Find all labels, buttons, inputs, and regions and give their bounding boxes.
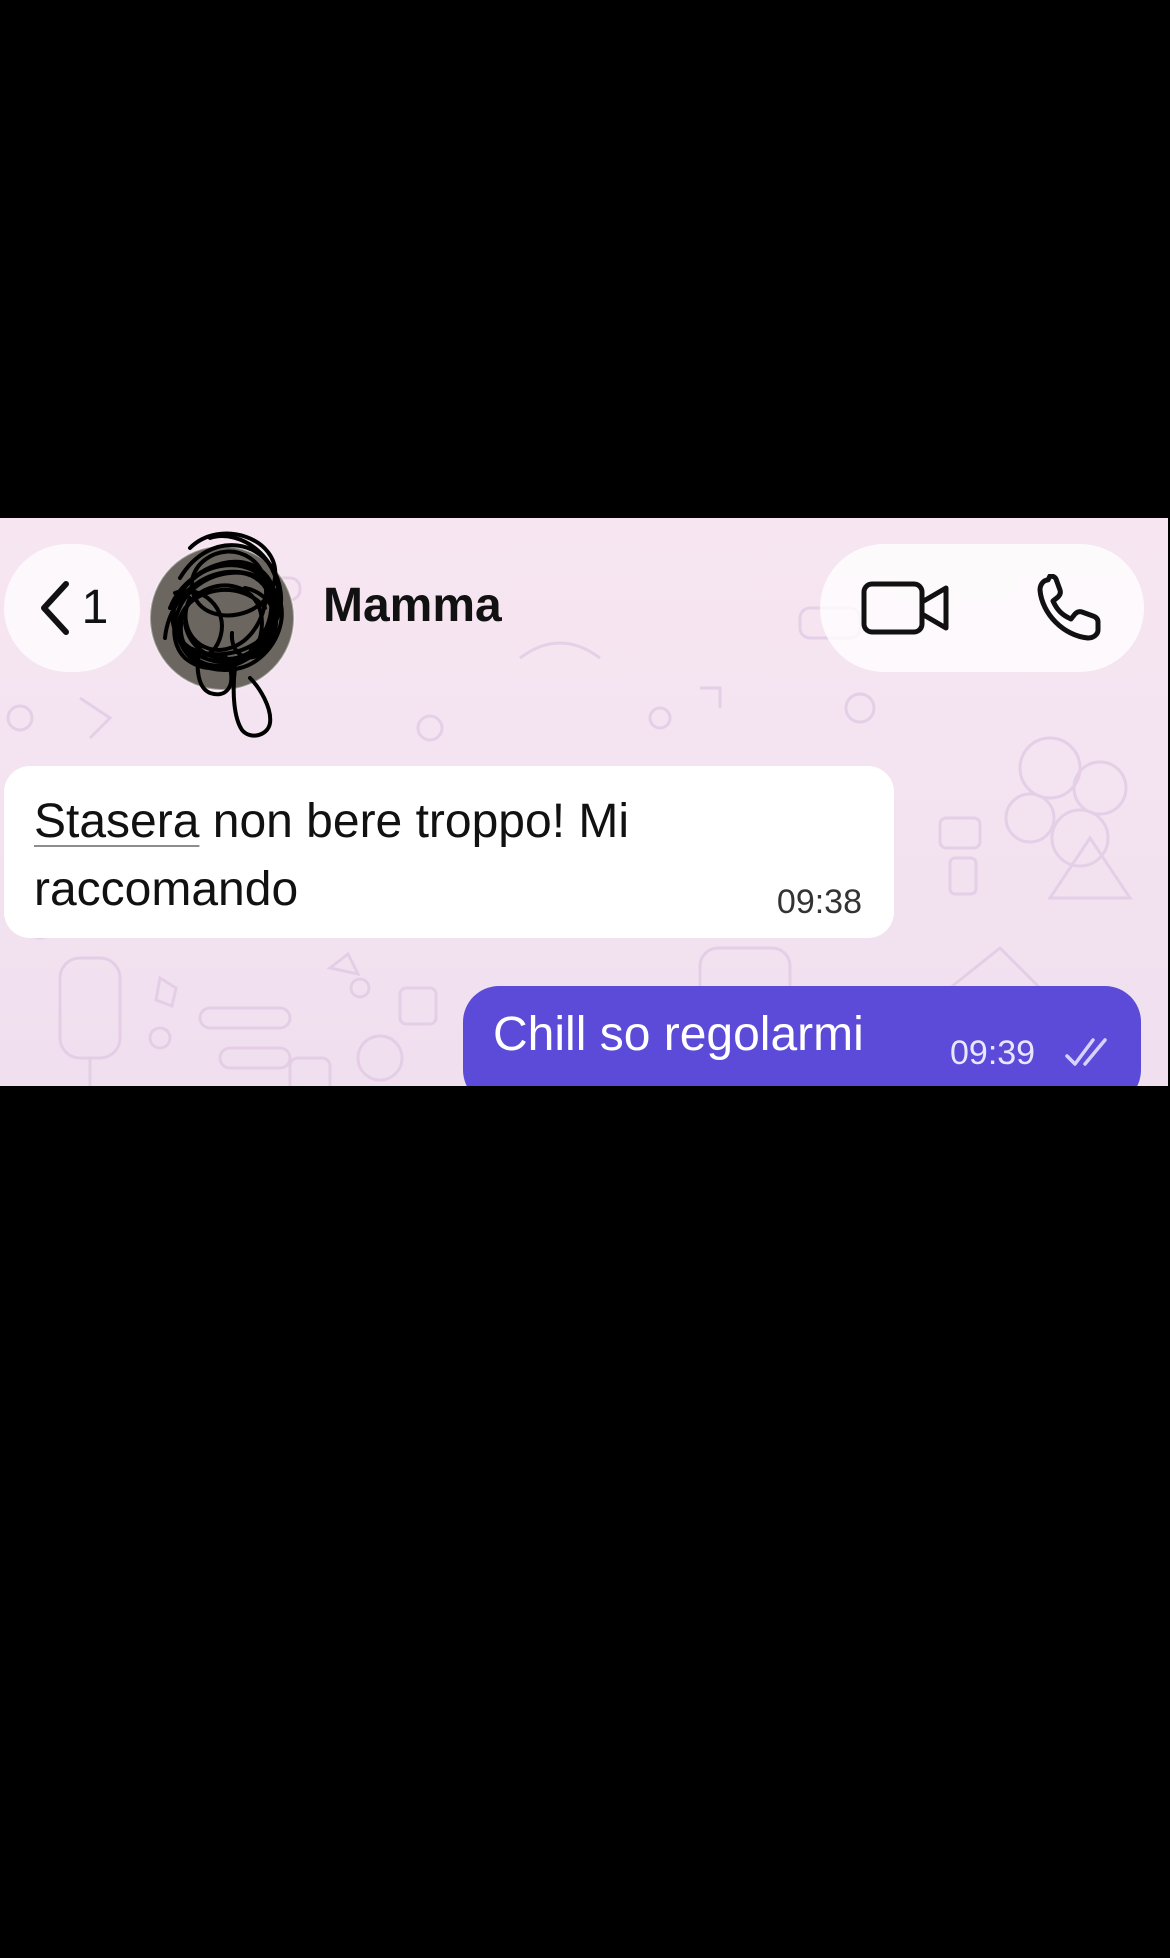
outgoing-message-time: 09:39 <box>950 1034 1036 1072</box>
call-actions <box>820 544 1144 672</box>
contact-name[interactable]: Mamma <box>323 579 502 633</box>
incoming-message-time: 09:38 <box>776 883 862 921</box>
double-check-icon <box>1065 1038 1107 1066</box>
incoming-message-text: Stasera non bere troppo! Mi raccomando <box>34 795 630 916</box>
outgoing-message-text: Chill so regolarmi <box>493 1008 864 1061</box>
message-word-link[interactable]: Stasera <box>34 795 199 848</box>
back-button[interactable]: 1 <box>4 544 140 672</box>
unread-count: 1 <box>81 581 109 634</box>
chevron-left-icon <box>40 581 69 635</box>
incoming-message-bubble[interactable]: Stasera non bere troppo! Mi raccomando 0… <box>4 766 894 938</box>
phone-icon[interactable] <box>1034 574 1104 644</box>
video-camera-icon[interactable] <box>860 578 952 638</box>
outgoing-message-bubble[interactable]: Chill so regolarmi 09:39 <box>463 986 1141 1086</box>
contact-avatar[interactable] <box>150 518 310 738</box>
chat-screen: 1 Mamma Stasera non bere troppo! Mi racc… <box>0 518 1168 1086</box>
